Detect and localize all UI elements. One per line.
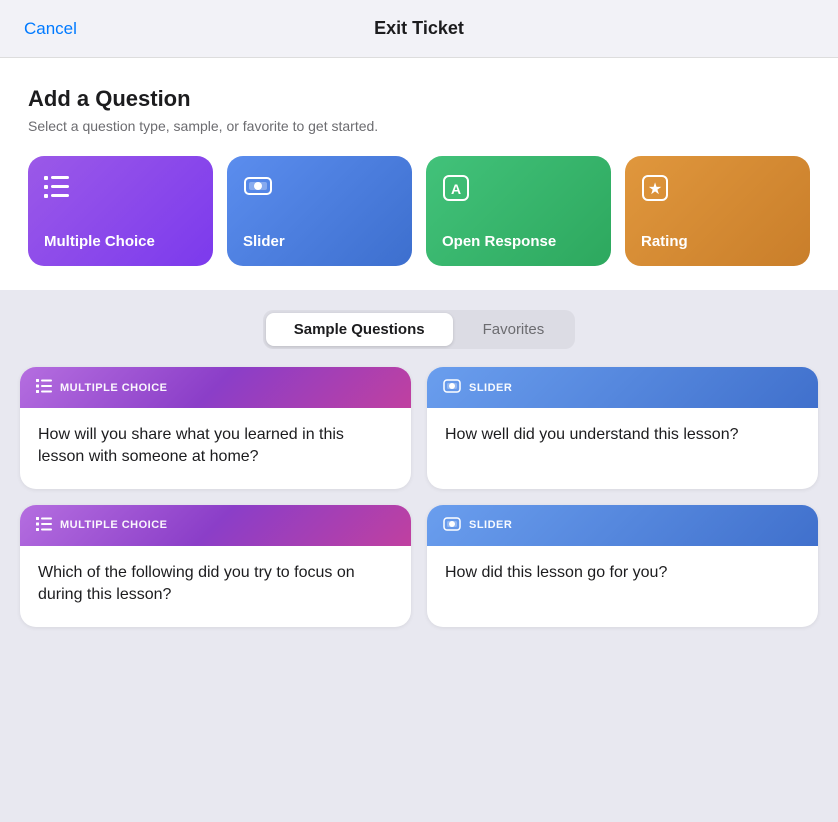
- question-card-2[interactable]: SLIDER How well did you understand this …: [427, 367, 818, 489]
- question-types-row: Multiple Choice Slider A Open Response: [28, 156, 810, 266]
- question-type-multiple-choice[interactable]: Multiple Choice: [28, 156, 213, 266]
- rating-icon: ★: [641, 174, 794, 209]
- question-card-1[interactable]: MULTIPLE CHOICE How will you share what …: [20, 367, 411, 489]
- question-card-3-text: Which of the following did you try to fo…: [38, 562, 393, 607]
- questions-area: MULTIPLE CHOICE How will you share what …: [0, 349, 838, 822]
- tab-sample-questions[interactable]: Sample Questions: [266, 313, 453, 346]
- questions-grid: MULTIPLE CHOICE How will you share what …: [20, 367, 818, 627]
- question-card-3-body: Which of the following did you try to fo…: [20, 546, 411, 627]
- segmented-control: Sample Questions Favorites: [263, 310, 576, 349]
- question-card-1-text: How will you share what you learned in t…: [38, 424, 393, 469]
- svg-text:★: ★: [648, 181, 662, 198]
- multiple-choice-label: Multiple Choice: [44, 233, 197, 250]
- question-card-4[interactable]: SLIDER How did this lesson go for you?: [427, 505, 818, 627]
- question-card-2-icon: [443, 379, 461, 396]
- svg-text:A: A: [451, 181, 461, 197]
- open-response-label: Open Response: [442, 233, 595, 250]
- question-card-3-type: MULTIPLE CHOICE: [60, 519, 168, 531]
- question-card-1-icon: [36, 379, 52, 396]
- question-card-3-header: MULTIPLE CHOICE: [20, 505, 411, 546]
- question-card-4-type: SLIDER: [469, 519, 512, 531]
- slider-icon: [243, 174, 396, 205]
- question-type-slider[interactable]: Slider: [227, 156, 412, 266]
- app-header: Cancel Exit Ticket: [0, 0, 838, 58]
- question-card-3-icon: [36, 517, 52, 534]
- question-card-2-header: SLIDER: [427, 367, 818, 408]
- question-card-1-body: How will you share what you learned in t…: [20, 408, 411, 489]
- segment-control-area: Sample Questions Favorites: [0, 290, 838, 349]
- question-type-open-response[interactable]: A Open Response: [426, 156, 611, 266]
- slider-label: Slider: [243, 233, 396, 250]
- question-card-4-icon: [443, 517, 461, 534]
- question-card-4-header: SLIDER: [427, 505, 818, 546]
- add-question-subtitle: Select a question type, sample, or favor…: [28, 118, 810, 134]
- question-card-2-text: How well did you understand this lesson?: [445, 424, 800, 446]
- question-card-1-type: MULTIPLE CHOICE: [60, 382, 168, 394]
- question-type-rating[interactable]: ★ Rating: [625, 156, 810, 266]
- question-card-2-body: How well did you understand this lesson?: [427, 408, 818, 466]
- tab-favorites[interactable]: Favorites: [455, 313, 573, 346]
- cancel-button[interactable]: Cancel: [24, 19, 77, 39]
- multiple-choice-icon: [44, 174, 197, 205]
- question-card-1-header: MULTIPLE CHOICE: [20, 367, 411, 408]
- page-title: Exit Ticket: [374, 18, 464, 39]
- rating-label: Rating: [641, 233, 794, 250]
- add-question-title: Add a Question: [28, 86, 810, 112]
- question-card-3[interactable]: MULTIPLE CHOICE Which of the following d…: [20, 505, 411, 627]
- question-card-4-text: How did this lesson go for you?: [445, 562, 800, 584]
- question-card-4-body: How did this lesson go for you?: [427, 546, 818, 604]
- open-response-icon: A: [442, 174, 595, 209]
- main-content-area: Add a Question Select a question type, s…: [0, 58, 838, 290]
- question-card-2-type: SLIDER: [469, 382, 512, 394]
